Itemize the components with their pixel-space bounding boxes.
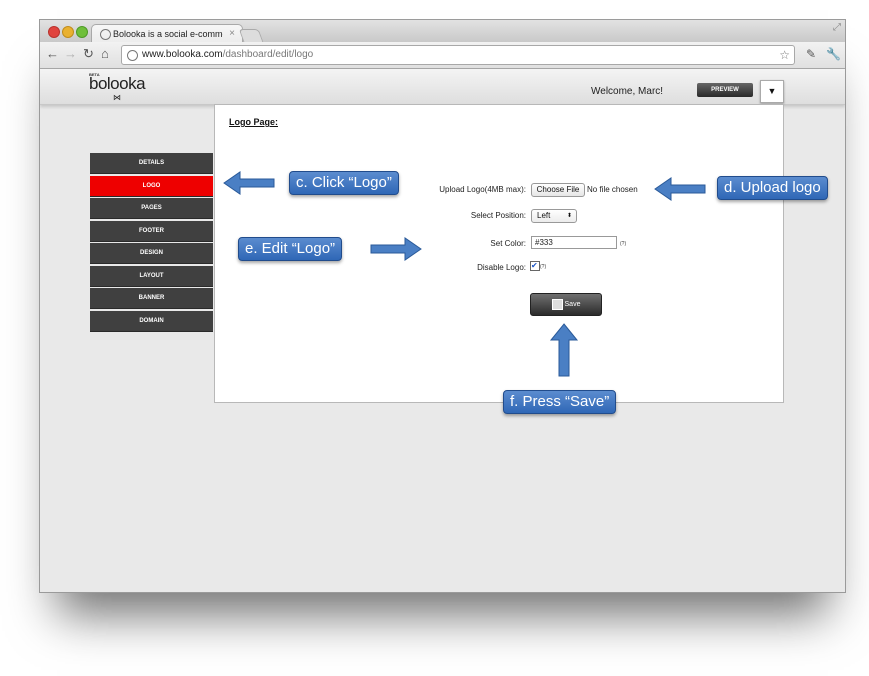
arrow-to-form-icon <box>370 237 422 261</box>
no-file-text: No file chosen <box>587 185 638 194</box>
disable-logo-checkbox[interactable]: ✔ <box>530 261 540 271</box>
url-host: www.bolooka.com <box>142 49 223 60</box>
arrow-to-upload-icon <box>654 177 706 201</box>
callout-click-logo: c. Click “Logo” <box>289 171 399 195</box>
address-bar[interactable]: www.bolooka.com/dashboard/edit/logo ☆ <box>121 45 795 65</box>
welcome-text: Welcome, Marc! <box>591 86 664 97</box>
sidebar-item-footer[interactable]: FOOTER <box>90 220 213 242</box>
logo-mark-icon: ⋈ <box>113 93 121 102</box>
extension-icon[interactable]: ✎ <box>806 47 816 61</box>
tab-close-icon[interactable]: × <box>229 25 235 43</box>
browser-tab[interactable]: Bolooka is a social e-comme × <box>91 24 243 43</box>
sidebar-item-banner[interactable]: BANNER <box>90 288 213 309</box>
title-bar: Bolooka is a social e-comme × ⤢ <box>40 20 845 43</box>
arrow-to-save-icon <box>549 323 579 377</box>
callout-upload-logo: d. Upload logo <box>717 176 828 200</box>
tab-favicon-icon <box>100 29 111 40</box>
set-color-label: Set Color: <box>490 239 526 248</box>
back-arrow-icon[interactable]: ← <box>46 46 59 62</box>
disable-logo-label: Disable Logo: <box>477 263 526 272</box>
position-select[interactable]: Left ⬍ <box>531 209 577 223</box>
fullscreen-icon[interactable]: ⤢ <box>833 22 841 33</box>
tab-title: Bolooka is a social e-comme <box>113 29 223 39</box>
close-window-icon[interactable] <box>48 26 60 38</box>
site-header: BETA bolooka ⋈ Welcome, Marc! PREVIEW ▼ <box>40 69 845 105</box>
position-select-value: Left <box>537 211 551 220</box>
page-info-icon[interactable] <box>127 50 138 61</box>
color-help-marker[interactable]: (?) <box>620 241 626 247</box>
save-button-label: Save <box>564 301 581 308</box>
callout-press-save: f. Press “Save” <box>503 390 617 414</box>
sidebar-item-domain[interactable]: DOMAIN <box>90 310 213 332</box>
save-button[interactable]: Save <box>530 293 602 316</box>
floppy-disk-icon <box>551 298 563 310</box>
dashboard-sidebar: DETAILS LOGO PAGES FOOTER DESIGN LAYOUT … <box>90 153 213 333</box>
forward-arrow-icon[interactable]: → <box>64 46 77 62</box>
browser-window: Bolooka is a social e-comme × ⤢ ← → ↻ ⌂ … <box>39 19 846 593</box>
sidebar-item-details[interactable]: DETAILS <box>90 153 213 174</box>
sidebar-item-pages[interactable]: PAGES <box>90 198 213 219</box>
sidebar-item-design[interactable]: DESIGN <box>90 243 213 264</box>
color-input[interactable] <box>531 236 617 249</box>
url-path: /dashboard/edit/logo <box>222 49 314 60</box>
disable-help-marker[interactable]: (?) <box>540 264 546 270</box>
minimize-window-icon[interactable] <box>62 26 74 38</box>
site-logo[interactable]: bolooka <box>89 74 146 94</box>
choose-file-button[interactable]: Choose File <box>531 183 585 197</box>
account-dropdown-button[interactable]: ▼ <box>760 80 784 103</box>
wrench-menu-icon[interactable]: 🔧 <box>826 47 841 61</box>
browser-toolbar: ← → ↻ ⌂ www.bolooka.com/dashboard/edit/l… <box>40 42 845 69</box>
preview-button[interactable]: PREVIEW <box>697 83 753 97</box>
bookmark-star-icon[interactable]: ☆ <box>779 46 790 64</box>
url-text: www.bolooka.com/dashboard/edit/logo <box>142 46 313 64</box>
sidebar-item-layout[interactable]: LAYOUT <box>90 265 213 287</box>
select-arrows-icon: ⬍ <box>566 213 572 219</box>
page-title: Logo Page: <box>229 117 278 127</box>
callout-edit-logo: e. Edit “Logo” <box>238 237 343 261</box>
reload-icon[interactable]: ↻ <box>83 46 94 62</box>
home-icon[interactable]: ⌂ <box>101 46 109 62</box>
zoom-window-icon[interactable] <box>76 26 88 38</box>
arrow-to-logo-icon <box>223 171 275 195</box>
new-tab-button[interactable] <box>238 29 264 42</box>
sidebar-item-logo[interactable]: LOGO <box>90 175 213 197</box>
select-position-label: Select Position: <box>470 211 526 220</box>
